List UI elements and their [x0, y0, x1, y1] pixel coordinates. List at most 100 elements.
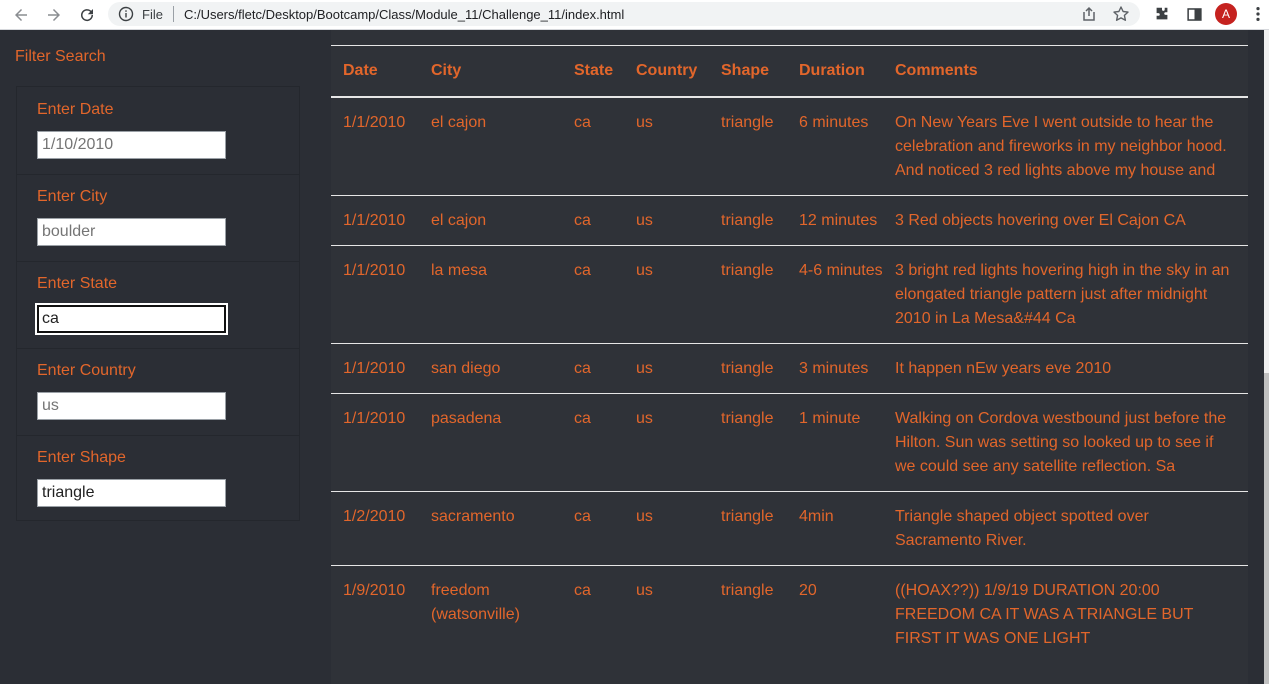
address-bar[interactable]: File C:/Users/fletc/Desktop/Bootcamp/Cla… — [108, 2, 1140, 26]
side-panel-icon[interactable] — [1184, 4, 1204, 24]
filter-label-country: Enter Country — [37, 362, 136, 379]
cell-city: el cajon — [419, 97, 562, 196]
cell-duration: 12 minutes — [787, 195, 883, 246]
cell-duration: 6 minutes — [787, 97, 883, 196]
cell-comments: Walking on Cordova westbound just before… — [883, 393, 1248, 492]
header-country: Country — [624, 45, 709, 98]
filter-group-shape: Enter Shape — [17, 435, 299, 522]
table-row: 1/1/2010 el cajon ca us triangle 6 minut… — [331, 97, 1248, 196]
cell-duration: 4min — [787, 491, 883, 566]
scheme-label: File — [142, 6, 163, 22]
extensions-icon[interactable] — [1152, 4, 1172, 24]
table-row: 1/1/2010 la mesa ca us triangle 4-6 minu… — [331, 245, 1248, 344]
info-icon[interactable] — [118, 6, 134, 22]
table-row: 1/1/2010 san diego ca us triangle 3 minu… — [331, 343, 1248, 394]
header-state: State — [562, 45, 624, 98]
cell-city: pasadena — [419, 393, 562, 492]
cell-state: ca — [562, 491, 624, 566]
cell-state: ca — [562, 195, 624, 246]
cell-date: 1/1/2010 — [331, 195, 419, 246]
cell-duration: 4-6 minutes — [787, 245, 883, 344]
cell-shape: triangle — [709, 245, 787, 344]
cell-city: la mesa — [419, 245, 562, 344]
filter-group-city: Enter City — [17, 174, 299, 262]
back-button[interactable] — [9, 3, 33, 27]
cell-country: us — [624, 97, 709, 196]
date-input[interactable] — [37, 131, 226, 159]
state-input[interactable] — [37, 305, 226, 333]
cell-comments: 3 Red objects hovering over El Cajon CA — [883, 195, 1248, 246]
cell-duration: 20 — [799, 582, 817, 599]
forward-button[interactable] — [42, 3, 66, 27]
cell-date: 1/1/2010 — [331, 97, 419, 196]
reload-icon — [81, 9, 94, 22]
cell-shape: triangle — [721, 582, 774, 599]
page-scrollbar-thumb[interactable] — [1264, 373, 1269, 684]
shape-input[interactable] — [37, 479, 226, 507]
cell-comments: It happen nEw years eve 2010 — [883, 343, 1248, 394]
cell-date: 1/1/2010 — [331, 245, 419, 344]
cell-date: 1/2/2010 — [331, 491, 419, 566]
cell-comments: Triangle shaped object spotted over Sacr… — [883, 491, 1248, 566]
arrow-right-icon — [48, 9, 60, 21]
country-input[interactable] — [37, 392, 226, 420]
cell-country: us — [636, 582, 653, 599]
reload-button[interactable] — [75, 3, 99, 27]
filter-label-state: Enter State — [37, 275, 118, 292]
cell-date: 1/1/2010 — [331, 393, 419, 492]
filter-group-country: Enter Country — [17, 348, 299, 436]
table-header-row: Date City State Country Shape Duration C… — [331, 45, 1248, 98]
filter-label-city: Enter City — [37, 188, 108, 205]
cell-duration: 1 minute — [787, 393, 883, 492]
cell-comments: 3 bright red lights hovering high in the… — [883, 245, 1248, 344]
cell-state: ca — [574, 582, 591, 599]
cell-country: us — [624, 343, 709, 394]
url-text[interactable]: C:/Users/fletc/Desktop/Bootcamp/Class/Mo… — [184, 7, 624, 22]
filter-label-date: Enter Date — [37, 101, 114, 118]
cell-shape: triangle — [709, 97, 787, 196]
cell-city: san diego — [419, 343, 562, 394]
cell-country: us — [624, 195, 709, 246]
table-row: 1/2/2010 sacramento ca us triangle 4min … — [331, 491, 1248, 566]
filter-group-state: Enter State — [17, 261, 299, 349]
cell-country: us — [624, 491, 709, 566]
header-comments: Comments — [883, 45, 1248, 98]
cell-comments: On New Years Eve I went outside to hear … — [883, 97, 1248, 196]
cell-country: us — [624, 245, 709, 344]
table-row: 1/1/2010 pasadena ca us triangle 1 minut… — [331, 393, 1248, 492]
header-date: Date — [331, 45, 419, 98]
table-row: 1/9/2010 freedom (watsonville) ca us tri… — [331, 566, 1248, 664]
menu-kebab-icon[interactable] — [1248, 4, 1268, 24]
arrow-left-icon — [15, 9, 27, 21]
page-scrollbar[interactable] — [1264, 30, 1269, 684]
filter-group-date: Enter Date — [17, 87, 299, 175]
filter-search-title: Filter Search — [15, 48, 106, 65]
cell-state: ca — [562, 245, 624, 344]
address-divider — [172, 6, 174, 22]
city-input[interactable] — [37, 218, 226, 246]
cell-country: us — [624, 393, 709, 492]
cell-date: 1/1/2010 — [331, 343, 419, 394]
header-city: City — [419, 45, 562, 98]
cell-date: 1/9/2010 — [343, 582, 406, 599]
filter-label-shape: Enter Shape — [37, 449, 126, 466]
share-icon[interactable] — [1080, 5, 1098, 23]
star-icon[interactable] — [1112, 5, 1130, 23]
browser-toolbar: File C:/Users/fletc/Desktop/Bootcamp/Cla… — [0, 0, 1269, 30]
results-table-container: Date City State Country Shape Duration C… — [331, 30, 1248, 684]
cell-state: ca — [562, 97, 624, 196]
cell-city: sacramento — [419, 491, 562, 566]
header-shape: Shape — [709, 45, 787, 98]
cell-city: el cajon — [419, 195, 562, 246]
cell-state: ca — [562, 343, 624, 394]
cell-shape: triangle — [709, 195, 787, 246]
cell-shape: triangle — [709, 491, 787, 566]
table-row: 1/1/2010 el cajon ca us triangle 12 minu… — [331, 195, 1248, 246]
profile-avatar[interactable]: A — [1215, 3, 1237, 25]
header-duration: Duration — [787, 45, 883, 98]
ufo-sightings-table: Date City State Country Shape Duration C… — [331, 45, 1248, 663]
cell-state: ca — [562, 393, 624, 492]
cell-duration: 3 minutes — [787, 343, 883, 394]
cell-shape: triangle — [709, 393, 787, 492]
cell-shape: triangle — [709, 343, 787, 394]
